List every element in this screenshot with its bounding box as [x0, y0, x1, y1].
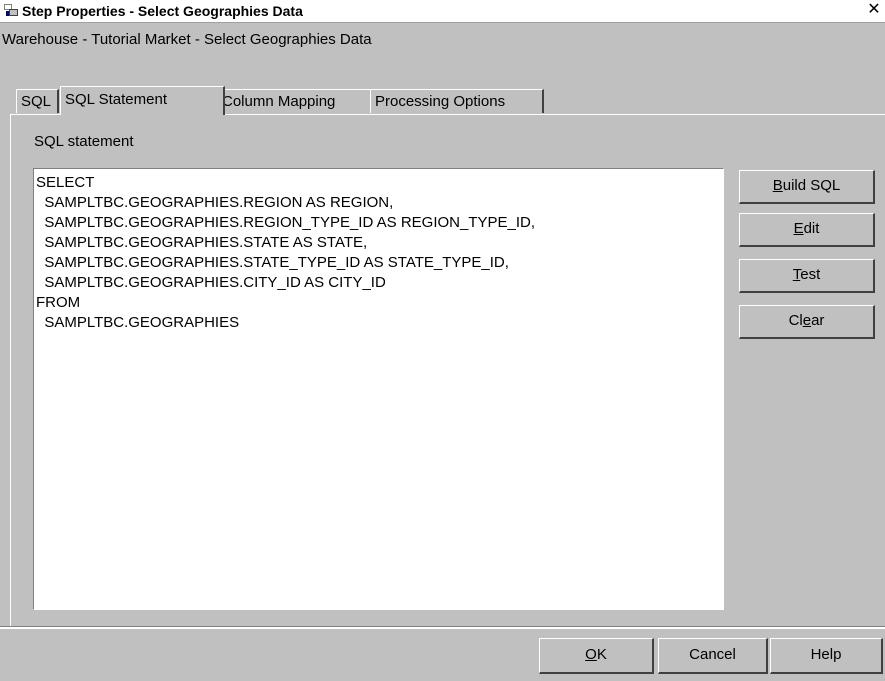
tab-sql-statement[interactable]: SQL Statement: [60, 86, 225, 115]
step-properties-dialog: Step Properties - Select Geographies Dat…: [0, 0, 885, 681]
clear-label-pre: Cl: [788, 312, 803, 329]
sql-line: SAMPLTBC.GEOGRAPHIES.STATE AS STATE,: [36, 234, 368, 251]
tab-processing-options[interactable]: Processing Options: [370, 89, 544, 113]
close-icon[interactable]: ✕: [867, 2, 881, 18]
window-title: Step Properties - Select Geographies Dat…: [22, 3, 303, 19]
sql-line: SAMPLTBC.GEOGRAPHIES.REGION_TYPE_ID AS R…: [36, 214, 536, 231]
edit-mnemonic: E: [793, 220, 804, 237]
tab-column-mapping[interactable]: Column Mapping: [217, 89, 382, 113]
sql-statement-label: SQL statement: [34, 133, 134, 150]
sql-line: SAMPLTBC.GEOGRAPHIES.STATE_TYPE_ID AS ST…: [36, 254, 509, 271]
edit-button[interactable]: Edit: [739, 213, 875, 247]
sql-line: FROM: [36, 294, 81, 311]
title-bar[interactable]: Step Properties - Select Geographies Dat…: [0, 0, 885, 23]
ok-label: K: [596, 646, 607, 663]
clear-button[interactable]: Clear: [739, 305, 875, 339]
build-sql-mnemonic: B: [772, 177, 783, 194]
edit-label: dit: [803, 220, 820, 237]
ok-button[interactable]: OK: [539, 638, 654, 674]
cancel-button[interactable]: Cancel: [658, 638, 768, 674]
test-label: est: [800, 266, 821, 283]
clear-label: ar: [811, 312, 825, 329]
sql-line: SELECT: [36, 174, 95, 191]
build-sql-button[interactable]: Build SQL: [739, 170, 875, 204]
build-sql-label: uild SQL: [782, 177, 841, 194]
tab-sql[interactable]: SQL: [16, 89, 59, 113]
sql-statement-textarea[interactable]: SELECT SAMPLTBC.GEOGRAPHIES.REGION AS RE…: [33, 168, 724, 610]
sql-line: SAMPLTBC.GEOGRAPHIES.CITY_ID AS CITY_ID: [36, 274, 386, 291]
clear-mnemonic: e: [802, 312, 812, 329]
sql-line: SAMPLTBC.GEOGRAPHIES: [36, 314, 240, 331]
step-properties-icon: [4, 3, 18, 17]
breadcrumb: Warehouse - Tutorial Market - Select Geo…: [2, 31, 372, 48]
help-button[interactable]: Help: [770, 638, 883, 674]
ok-mnemonic: O: [585, 646, 597, 663]
test-button[interactable]: Test: [739, 259, 875, 293]
sql-line: SAMPLTBC.GEOGRAPHIES.REGION AS REGION,: [36, 194, 394, 211]
